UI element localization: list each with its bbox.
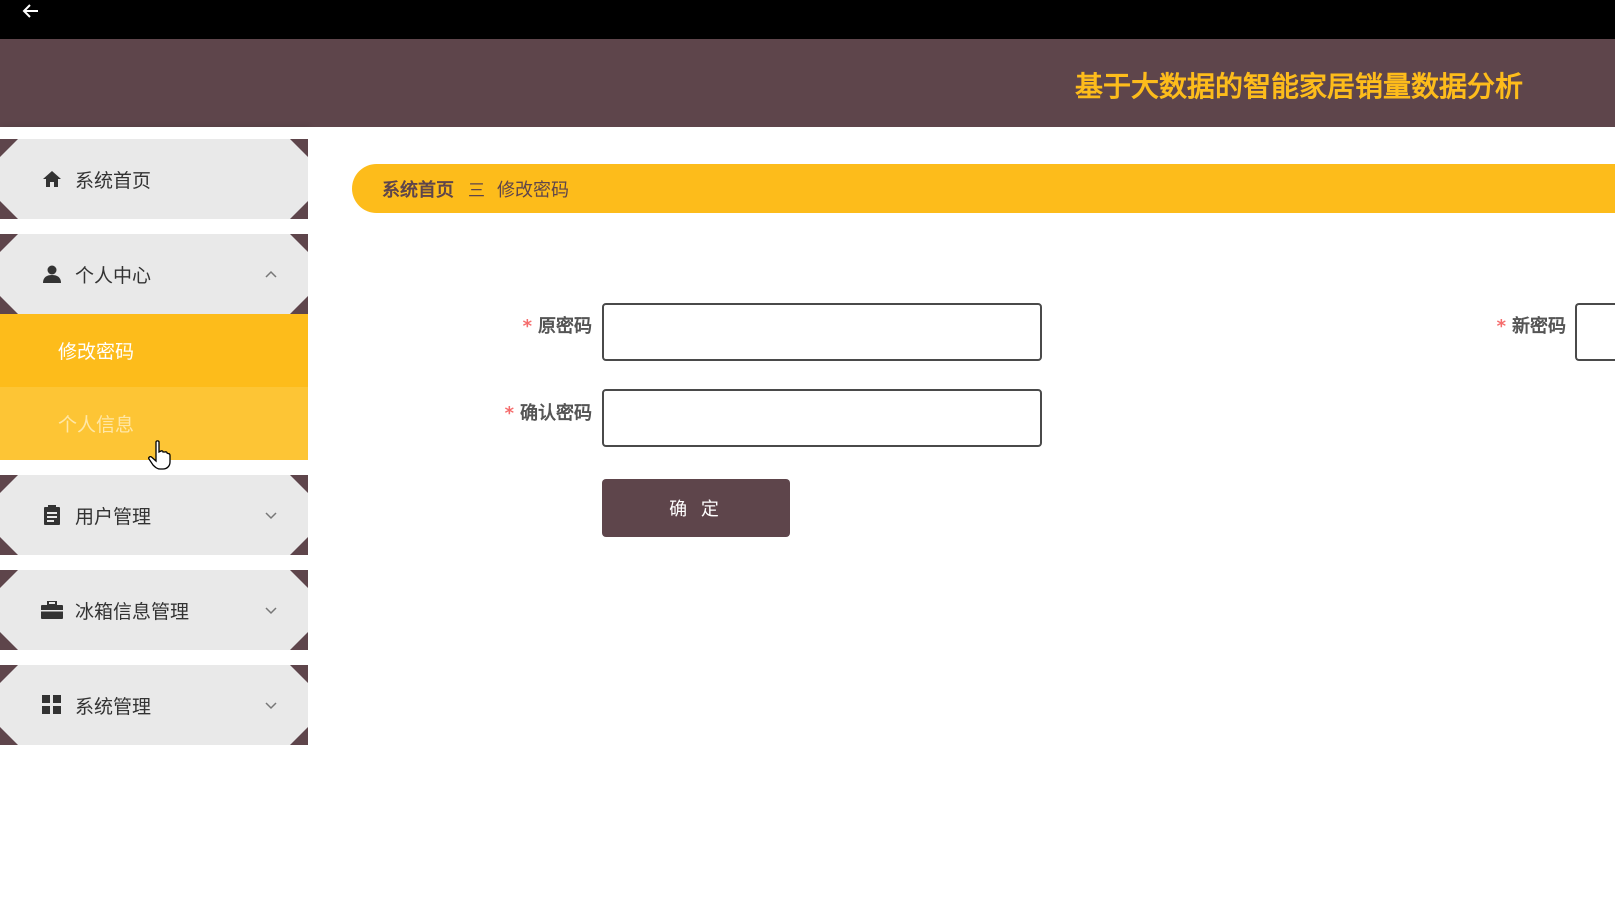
clipboard-icon [41, 504, 63, 526]
sidebar-item-label: 用户管理 [75, 505, 152, 528]
tile-corner [0, 139, 18, 157]
required-mark: * [522, 316, 532, 337]
confirm-password-input[interactable] [602, 389, 1042, 447]
required-mark: * [504, 403, 514, 424]
tile-corner [290, 727, 308, 745]
tile-corner [290, 201, 308, 219]
tile-corner [290, 570, 308, 588]
user-icon [41, 263, 63, 285]
sidebar-item-fridge-management[interactable]: 冰箱信息管理 [0, 570, 308, 650]
tile-corner [0, 201, 18, 219]
sidebar: 系统首页 个人中心 修改密码 个人信息 用户管理 冰箱信息管理 系统管理 [0, 127, 308, 915]
sidebar-item-home[interactable]: 系统首页 [0, 139, 308, 219]
tile-corner [0, 475, 18, 493]
breadcrumb-separator: 三 [468, 181, 485, 201]
hand-cursor-icon [148, 440, 172, 470]
chevron-down-icon [264, 508, 278, 522]
sidebar-item-label: 系统管理 [75, 695, 152, 718]
tile-corner [0, 234, 18, 252]
breadcrumb-home[interactable]: 系统首页 [382, 176, 454, 202]
app-title: 基于大数据的智能家居销量数据分析 [1074, 70, 1523, 103]
tile-corner [290, 234, 308, 252]
confirm-button[interactable]: 确 定 [602, 479, 790, 537]
home-icon [41, 168, 63, 190]
confirm-password-label-text: 确认密码 [520, 403, 592, 424]
tile-corner [290, 139, 308, 157]
old-password-label: * 原密码 [508, 312, 592, 338]
tile-corner [290, 537, 308, 555]
tile-corner [290, 296, 308, 314]
sidebar-item-label: 冰箱信息管理 [75, 600, 190, 623]
new-password-label: * 新密码 [1482, 312, 1566, 338]
tile-corner [0, 537, 18, 555]
sidebar-item-label: 个人中心 [75, 264, 152, 287]
tile-corner [290, 632, 308, 650]
window-top-bar [0, 0, 1615, 39]
tile-corner [290, 665, 308, 683]
confirm-password-label: * 确认密码 [480, 399, 592, 425]
chevron-up-icon [264, 267, 278, 281]
old-password-label-text: 原密码 [538, 316, 592, 337]
required-mark: * [1496, 316, 1506, 337]
submenu-item-label: 个人信息 [58, 414, 135, 436]
tile-corner [0, 632, 18, 650]
chevron-down-icon [264, 698, 278, 712]
sidebar-item-system-management[interactable]: 系统管理 [0, 665, 308, 745]
tile-corner [0, 727, 18, 745]
new-password-input[interactable] [1575, 303, 1615, 361]
old-password-input[interactable] [602, 303, 1042, 361]
submenu-item-label: 修改密码 [58, 341, 135, 363]
tile-corner [290, 475, 308, 493]
tile-corner [0, 665, 18, 683]
briefcase-icon [41, 599, 63, 621]
app-header: 基于大数据的智能家居销量数据分析 [0, 39, 1615, 127]
main-content: 系统首页 三 修改密码 * 原密码 * 新密码 * 确认密码 确 定 [308, 127, 1615, 915]
new-password-label-text: 新密码 [1512, 316, 1566, 337]
back-arrow-icon[interactable] [20, 0, 42, 22]
grid-icon [41, 694, 63, 716]
sidebar-item-label: 系统首页 [75, 169, 152, 192]
breadcrumb-current: 修改密码 [497, 179, 569, 201]
chevron-down-icon [264, 603, 278, 617]
tile-corner [0, 570, 18, 588]
breadcrumb: 系统首页 三 修改密码 [352, 164, 1615, 213]
sidebar-item-personal-center[interactable]: 个人中心 [0, 234, 308, 314]
sidebar-item-user-management[interactable]: 用户管理 [0, 475, 308, 555]
submenu-item-change-password[interactable]: 修改密码 [0, 314, 308, 387]
tile-corner [0, 296, 18, 314]
